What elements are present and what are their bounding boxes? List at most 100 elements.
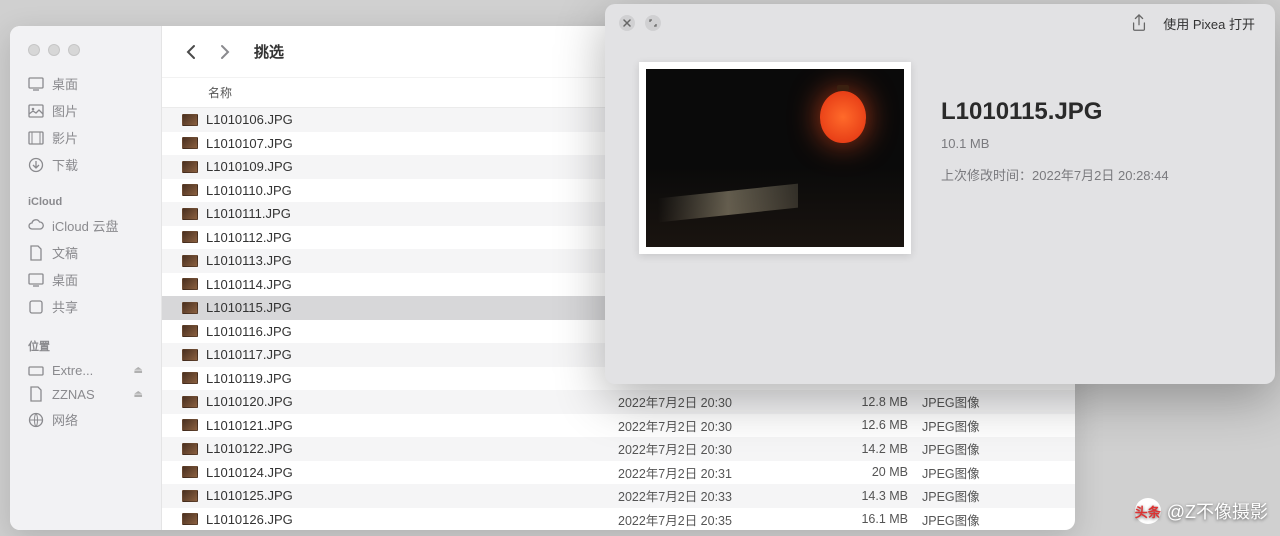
- watermark-text: @Z不像摄影: [1167, 498, 1268, 524]
- file-name: L1010113.JPG: [206, 253, 618, 268]
- file-size: 12.8 MB: [838, 395, 922, 409]
- file-name: L1010119.JPG: [206, 371, 618, 386]
- file-name: L1010107.JPG: [206, 136, 618, 151]
- cloud-icon: [28, 218, 44, 234]
- sidebar-item-label: 图片: [52, 101, 78, 120]
- file-thumbnail-icon: [182, 208, 198, 220]
- preview-modified: 上次修改时间：2022年7月2日 20:28:44: [941, 165, 1245, 184]
- download-icon: [28, 157, 44, 173]
- zoom-button[interactable]: [68, 44, 80, 56]
- sidebar-item-label: 影片: [52, 128, 78, 147]
- file-thumbnail-icon: [182, 419, 198, 431]
- file-thumbnail-icon: [182, 466, 198, 478]
- file-name: L1010125.JPG: [206, 488, 618, 503]
- file-name: L1010115.JPG: [206, 300, 618, 315]
- file-name: L1010126.JPG: [206, 512, 618, 527]
- forward-button[interactable]: [212, 39, 238, 65]
- disk-icon: [28, 362, 44, 378]
- file-size: 20 MB: [838, 465, 922, 479]
- file-date: 2022年7月2日 20:30: [618, 392, 838, 411]
- file-name: L1010114.JPG: [206, 277, 618, 292]
- file-kind: JPEG图像: [922, 439, 1075, 458]
- file-name: L1010110.JPG: [206, 183, 618, 198]
- file-thumbnail-icon: [182, 443, 198, 455]
- preview-title: L1010115.JPG: [941, 98, 1245, 126]
- watermark-icon: 头条: [1135, 498, 1161, 524]
- sidebar-item-图片[interactable]: 图片: [10, 97, 161, 124]
- share-icon[interactable]: [1131, 14, 1147, 32]
- file-name: L1010111.JPG: [206, 206, 618, 221]
- file-thumbnail-icon: [182, 372, 198, 384]
- fullscreen-icon[interactable]: [645, 15, 661, 31]
- watermark: 头条 @Z不像摄影: [1135, 498, 1268, 524]
- minimize-button[interactable]: [48, 44, 60, 56]
- sidebar-item-下载[interactable]: 下载: [10, 151, 161, 178]
- file-date: 2022年7月2日 20:30: [618, 439, 838, 458]
- file-date: 2022年7月2日 20:35: [618, 510, 838, 529]
- movie-icon: [28, 130, 44, 146]
- sidebar-item-label: 桌面: [52, 270, 78, 289]
- sidebar-item-文稿[interactable]: 文稿: [10, 239, 161, 266]
- file-thumbnail-icon: [182, 161, 198, 173]
- sidebar-item-label: 文稿: [52, 243, 78, 262]
- file-name: L1010121.JPG: [206, 418, 618, 433]
- window-controls: [10, 40, 161, 70]
- file-name: L1010112.JPG: [206, 230, 618, 245]
- image-icon: [28, 103, 44, 119]
- close-button[interactable]: [28, 44, 40, 56]
- file-thumbnail-icon: [182, 114, 198, 126]
- file-row[interactable]: L1010121.JPG2022年7月2日 20:3012.6 MBJPEG图像: [162, 414, 1075, 438]
- file-kind: JPEG图像: [922, 510, 1075, 529]
- doc-icon: [28, 245, 44, 261]
- file-row[interactable]: L1010125.JPG2022年7月2日 20:3314.3 MBJPEG图像: [162, 484, 1075, 508]
- column-header-name[interactable]: 名称: [162, 84, 618, 101]
- preview-size: 10.1 MB: [941, 136, 1245, 151]
- sidebar-item-label: 下载: [52, 155, 78, 174]
- file-thumbnail-icon: [182, 231, 198, 243]
- file-name: L1010117.JPG: [206, 347, 618, 362]
- file-name: L1010124.JPG: [206, 465, 618, 480]
- sidebar-item-影片[interactable]: 影片: [10, 124, 161, 151]
- file-kind: JPEG图像: [922, 416, 1075, 435]
- share-icon: [28, 299, 44, 315]
- sidebar-item-桌面[interactable]: 桌面: [10, 266, 161, 293]
- sidebar-header-icloud: iCloud: [10, 192, 161, 212]
- sidebar-item-共享[interactable]: 共享: [10, 293, 161, 320]
- folder-title: 挑选: [254, 41, 284, 62]
- file-kind: JPEG图像: [922, 486, 1075, 505]
- file-row[interactable]: L1010120.JPG2022年7月2日 20:3012.8 MBJPEG图像: [162, 390, 1075, 414]
- file-thumbnail-icon: [182, 137, 198, 149]
- sidebar-item-zznas[interactable]: ZZNAS⏏: [10, 382, 161, 406]
- file-thumbnail-icon: [182, 302, 198, 314]
- sidebar-header-locations: 位置: [10, 334, 161, 358]
- file-size: 14.2 MB: [838, 442, 922, 456]
- file-thumbnail-icon: [182, 490, 198, 502]
- file-kind: JPEG图像: [922, 463, 1075, 482]
- sidebar-item-label: 共享: [52, 297, 78, 316]
- file-name: L1010122.JPG: [206, 441, 618, 456]
- doc-icon: [28, 386, 44, 402]
- desktop-icon: [28, 76, 44, 92]
- file-date: 2022年7月2日 20:33: [618, 486, 838, 505]
- eject-icon[interactable]: ⏏: [134, 365, 143, 376]
- sidebar-item-桌面[interactable]: 桌面: [10, 70, 161, 97]
- file-thumbnail-icon: [182, 396, 198, 408]
- sidebar-item-label: iCloud 云盘: [52, 216, 118, 235]
- eject-icon[interactable]: ⏏: [134, 389, 143, 400]
- back-button[interactable]: [178, 39, 204, 65]
- sidebar-icloud: iCloud iCloud 云盘文稿桌面共享: [10, 192, 161, 320]
- file-row[interactable]: L1010122.JPG2022年7月2日 20:3014.2 MBJPEG图像: [162, 437, 1075, 461]
- preview-info: L1010115.JPG 10.1 MB 上次修改时间：2022年7月2日 20…: [941, 62, 1245, 184]
- file-row[interactable]: L1010124.JPG2022年7月2日 20:3120 MBJPEG图像: [162, 461, 1075, 485]
- sidebar-item-label: 网络: [52, 410, 78, 429]
- file-date: 2022年7月2日 20:31: [618, 463, 838, 482]
- file-row[interactable]: L1010126.JPG2022年7月2日 20:3516.1 MBJPEG图像: [162, 508, 1075, 531]
- open-with-button[interactable]: 使用 Pixea 打开: [1157, 12, 1261, 35]
- quicklook-window: 使用 Pixea 打开 L1010115.JPG 10.1 MB 上次修改时间：…: [605, 4, 1275, 384]
- file-thumbnail-icon: [182, 184, 198, 196]
- sidebar-item-extre...[interactable]: Extre...⏏: [10, 358, 161, 382]
- sidebar-item-网络[interactable]: 网络: [10, 406, 161, 433]
- file-size: 16.1 MB: [838, 512, 922, 526]
- close-icon[interactable]: [619, 15, 635, 31]
- sidebar-item-icloud 云盘[interactable]: iCloud 云盘: [10, 212, 161, 239]
